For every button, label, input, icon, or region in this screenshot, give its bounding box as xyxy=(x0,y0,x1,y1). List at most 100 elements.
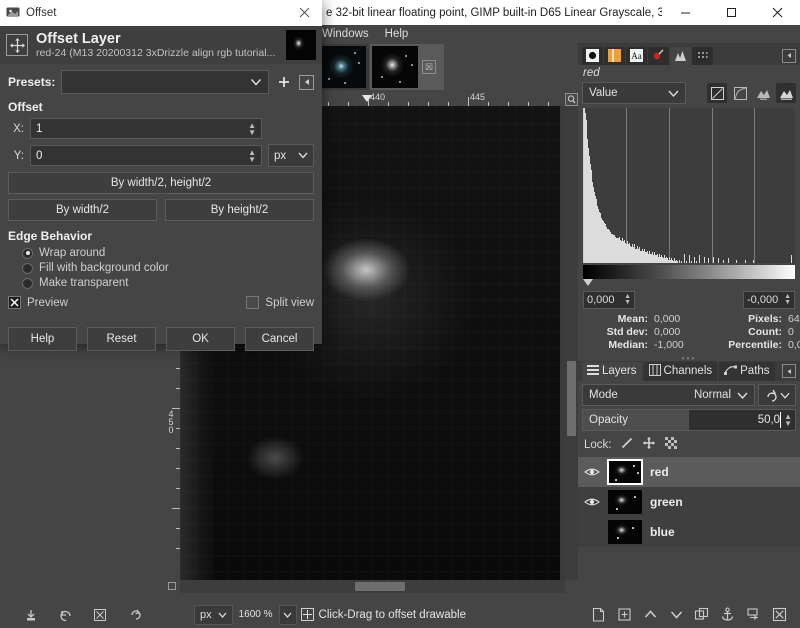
table-row[interactable]: red xyxy=(578,457,800,487)
dock-menu-button[interactable] xyxy=(782,48,796,63)
new-layer-group-button[interactable] xyxy=(615,605,635,625)
menu-windows[interactable]: Windows xyxy=(320,28,371,40)
navigation-preview-button[interactable] xyxy=(565,580,578,593)
lock-position-icon[interactable] xyxy=(642,436,656,453)
sample-points-tab[interactable] xyxy=(692,46,713,65)
presets-combo[interactable] xyxy=(61,70,269,94)
anchor-layer-button[interactable] xyxy=(718,605,738,625)
edge-option-label: Make transparent xyxy=(39,277,129,289)
layer-thumbnail[interactable] xyxy=(608,490,642,514)
canvas-vertical-scrollbar[interactable] xyxy=(565,106,578,580)
spinner-arrows-icon[interactable]: ▲ ▼ xyxy=(784,293,791,306)
preview-checkbox[interactable] xyxy=(8,296,21,309)
opacity-spinner-arrows-icon[interactable]: ▲ ▼ xyxy=(784,413,795,428)
merge-down-button[interactable] xyxy=(743,605,763,625)
layer-visibility-eye-icon[interactable] xyxy=(584,494,600,510)
zoom-in-histogram-button[interactable] xyxy=(776,83,796,103)
radio-make-transparent-icon[interactable] xyxy=(22,277,33,289)
close-button[interactable] xyxy=(754,0,800,25)
minimize-button[interactable] xyxy=(662,0,708,25)
layer-name[interactable]: green xyxy=(650,495,683,509)
stat-median-label: Median: xyxy=(608,339,648,351)
maximize-button[interactable] xyxy=(708,0,754,25)
by-width-half-height-half-button[interactable]: By width/2, height/2 xyxy=(8,172,314,194)
paths-tab[interactable]: Paths xyxy=(719,361,775,381)
radio-fill-background-icon[interactable] xyxy=(22,262,33,274)
spinner-arrows-icon[interactable]: ▲ ▼ xyxy=(624,293,631,306)
spinner-arrows-icon[interactable]: ▲ ▼ xyxy=(248,121,256,136)
layer-mode-select[interactable]: Mode Normal xyxy=(582,384,755,406)
table-row[interactable]: blue xyxy=(578,517,800,547)
new-layer-button[interactable] xyxy=(589,605,609,625)
histogram-range-slider[interactable] xyxy=(583,279,795,289)
menu-help[interactable]: Help xyxy=(383,28,411,40)
lower-layer-button[interactable] xyxy=(666,605,686,625)
offset-y-input[interactable]: 0 ▲ ▼ xyxy=(30,145,262,166)
logarithmic-histogram-button[interactable] xyxy=(730,83,750,103)
raise-layer-button[interactable] xyxy=(640,605,660,625)
save-tool-options-icon[interactable] xyxy=(21,605,41,625)
stat-count-value: 0 xyxy=(788,326,794,338)
by-height-half-button[interactable]: By height/2 xyxy=(165,199,314,221)
lock-alpha-icon[interactable] xyxy=(664,436,678,453)
layers-dock-menu-button[interactable] xyxy=(782,364,796,378)
preset-menu-button[interactable] xyxy=(299,74,314,90)
layer-name[interactable]: blue xyxy=(650,525,675,539)
channels-tab[interactable]: Channels xyxy=(643,361,718,381)
split-view-checkbox[interactable] xyxy=(246,296,260,309)
reset-tool-options-icon[interactable] xyxy=(125,605,145,625)
tool-options-tab[interactable] xyxy=(582,46,603,65)
offset-unit-select[interactable]: px xyxy=(268,144,314,167)
delete-tool-options-icon[interactable] xyxy=(90,605,110,625)
zoom-selector[interactable] xyxy=(278,604,297,625)
layer-visibility-eye-icon[interactable] xyxy=(584,464,600,480)
help-button[interactable]: Help xyxy=(8,327,77,351)
histogram-channel-select[interactable]: Value xyxy=(582,82,686,104)
horizontal-scrollbar-thumb[interactable] xyxy=(355,582,405,591)
close-image-tab-icon[interactable]: ☒ xyxy=(422,60,436,74)
histogram-tab[interactable] xyxy=(670,46,691,65)
layer-thumbnail[interactable] xyxy=(608,520,642,544)
status-bar: px 1600 % Click-Drag to offset drawable xyxy=(166,601,578,628)
delete-layer-button[interactable] xyxy=(769,605,789,625)
histogram-range-high-input[interactable]: -0,000 ▲ ▼ xyxy=(743,291,795,309)
layer-opacity-slider[interactable]: Opacity 50,0 ▲ ▼ xyxy=(582,409,796,431)
zoom-value[interactable]: 1600 % xyxy=(237,609,275,620)
device-status-tab[interactable] xyxy=(604,46,625,65)
edge-option-wrap-around[interactable]: Wrap around xyxy=(8,247,314,259)
zoom-image-button[interactable] xyxy=(565,93,578,106)
restore-tool-options-icon[interactable] xyxy=(56,605,76,625)
quick-mask-toggle[interactable] xyxy=(166,580,180,593)
histogram-range-low-input[interactable]: 0,000 ▲ ▼ xyxy=(583,291,635,309)
layer-composite-mode-button[interactable] xyxy=(758,384,796,406)
spinner-arrows-icon[interactable]: ▲ ▼ xyxy=(248,148,256,163)
half-buttons-row: By width/2 By height/2 xyxy=(8,199,314,221)
canvas-horizontal-scrollbar[interactable] xyxy=(180,580,565,593)
add-preset-button[interactable] xyxy=(275,73,293,91)
fonts-tab[interactable]: Aa xyxy=(626,46,647,65)
unit-selector[interactable]: px xyxy=(194,604,233,625)
image-tab-1[interactable] xyxy=(318,44,369,90)
cancel-button[interactable]: Cancel xyxy=(245,327,314,351)
image-tab-2[interactable]: ☒ xyxy=(370,44,444,90)
reset-button[interactable]: Reset xyxy=(87,327,156,351)
table-row[interactable]: green xyxy=(578,487,800,517)
vertical-scrollbar-thumb[interactable] xyxy=(567,361,576,436)
by-width-half-button[interactable]: By width/2 xyxy=(8,199,157,221)
edge-option-make-transparent[interactable]: Make transparent xyxy=(8,277,314,289)
linear-histogram-button[interactable] xyxy=(707,83,727,103)
dialog-close-icon[interactable] xyxy=(293,6,316,21)
layer-name[interactable]: red xyxy=(650,465,669,479)
layer-visibility-eye-icon[interactable] xyxy=(584,524,600,540)
lock-pixels-icon[interactable] xyxy=(620,436,634,453)
offset-x-input[interactable]: 1 ▲ ▼ xyxy=(30,118,262,139)
layer-thumbnail[interactable] xyxy=(607,459,643,485)
layers-tab[interactable]: Layers xyxy=(582,361,642,381)
radio-wrap-around-icon[interactable] xyxy=(22,247,33,259)
zoom-out-histogram-button[interactable] xyxy=(753,83,773,103)
ok-button[interactable]: OK xyxy=(166,327,235,351)
pointer-tab[interactable] xyxy=(648,46,669,65)
edge-option-fill-background[interactable]: Fill with background color xyxy=(8,262,314,274)
duplicate-layer-button[interactable] xyxy=(692,605,712,625)
stat-percentile-value: 0,0 xyxy=(788,339,800,351)
